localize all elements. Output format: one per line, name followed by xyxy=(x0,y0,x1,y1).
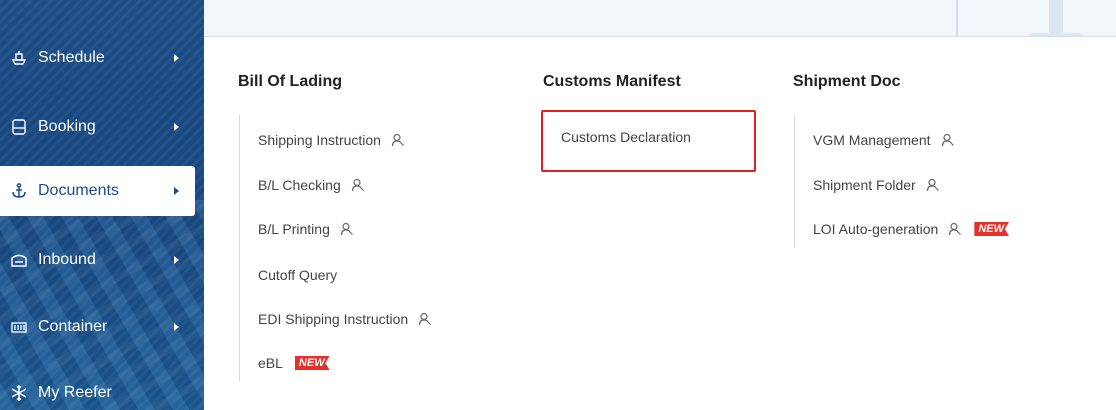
menu-item-shipment-folder[interactable]: Shipment Folder xyxy=(813,177,940,193)
documents-mega-menu: Bill Of Lading Shipping Instruction B/L … xyxy=(204,37,1116,410)
user-icon xyxy=(941,133,955,147)
user-icon xyxy=(948,222,962,236)
column-title-customs-manifest: Customs Manifest xyxy=(543,73,681,90)
chevron-right-icon xyxy=(174,323,179,331)
shipment-doc-list: VGM Management Shipment Folder LOI Auto-… xyxy=(794,115,1009,248)
sidebar-item-label: Booking xyxy=(38,118,96,135)
new-badge: NEW xyxy=(294,356,330,370)
sidebar-item-container[interactable]: Container xyxy=(0,302,195,352)
menu-item-bl-printing[interactable]: B/L Printing xyxy=(258,221,354,237)
menu-item-label: VGM Management xyxy=(813,132,931,148)
menu-item-edi-shipping-instruction[interactable]: EDI Shipping Instruction xyxy=(258,311,432,327)
sidebar-item-label: Inbound xyxy=(38,251,96,268)
menu-item-label: Shipment Folder xyxy=(813,177,916,193)
user-icon xyxy=(418,312,432,326)
anchor-icon xyxy=(10,182,28,200)
sidebar-item-my-reefer[interactable]: My Reefer xyxy=(0,368,195,410)
menu-item-label: Cutoff Query xyxy=(258,267,338,283)
sidebar-item-label: My Reefer xyxy=(38,384,112,401)
chevron-right-icon xyxy=(174,256,179,264)
ship-icon xyxy=(10,49,28,67)
menu-item-customs-declaration[interactable]: Customs Declaration xyxy=(561,129,691,145)
user-icon xyxy=(351,178,365,192)
column-title-bill-of-lading: Bill Of Lading xyxy=(238,73,342,90)
menu-item-shipping-instruction[interactable]: Shipping Instruction xyxy=(258,132,405,148)
menu-item-label: LOI Auto-generation xyxy=(813,221,939,237)
sidebar-item-label: Container xyxy=(38,318,108,335)
menu-item-vgm-management[interactable]: VGM Management xyxy=(813,132,955,148)
menu-item-label: EDI Shipping Instruction xyxy=(258,311,409,327)
chevron-right-icon xyxy=(174,123,179,131)
new-badge: NEW xyxy=(974,222,1009,236)
user-icon xyxy=(391,133,405,147)
container-icon xyxy=(10,318,28,336)
sidebar: Schedule Booking Documents Inbound Conta… xyxy=(0,0,204,410)
menu-item-label: eBL xyxy=(258,355,283,371)
column-title-shipment-doc: Shipment Doc xyxy=(793,73,901,90)
sidebar-item-schedule[interactable]: Schedule xyxy=(0,33,195,83)
chevron-right-icon xyxy=(174,54,179,62)
sidebar-item-label: Documents xyxy=(38,182,119,199)
menu-item-loi-auto-generation[interactable]: LOI Auto-generation NEW xyxy=(813,221,1009,237)
menu-item-label: Customs Declaration xyxy=(561,129,691,145)
sidebar-item-documents[interactable]: Documents xyxy=(0,166,195,216)
snowflake-icon xyxy=(10,384,28,402)
sidebar-item-inbound[interactable]: Inbound xyxy=(0,235,195,285)
menu-item-ebl[interactable]: eBL NEW xyxy=(258,355,330,371)
user-icon xyxy=(926,178,940,192)
top-bar xyxy=(204,0,1116,37)
bill-of-lading-list: Shipping Instruction B/L Checking B/L Pr… xyxy=(239,115,432,381)
user-icon xyxy=(340,222,354,236)
chevron-right-icon xyxy=(174,187,179,195)
menu-item-bl-checking[interactable]: B/L Checking xyxy=(258,177,365,193)
menu-item-label: B/L Checking xyxy=(258,177,341,193)
menu-item-cutoff-query[interactable]: Cutoff Query xyxy=(258,267,337,283)
document-icon xyxy=(10,118,28,136)
sidebar-item-label: Schedule xyxy=(38,49,105,66)
house-icon xyxy=(10,251,28,269)
menu-item-label: Shipping Instruction xyxy=(258,132,381,148)
menu-item-label: B/L Printing xyxy=(258,221,330,237)
sidebar-item-booking[interactable]: Booking xyxy=(0,102,195,152)
